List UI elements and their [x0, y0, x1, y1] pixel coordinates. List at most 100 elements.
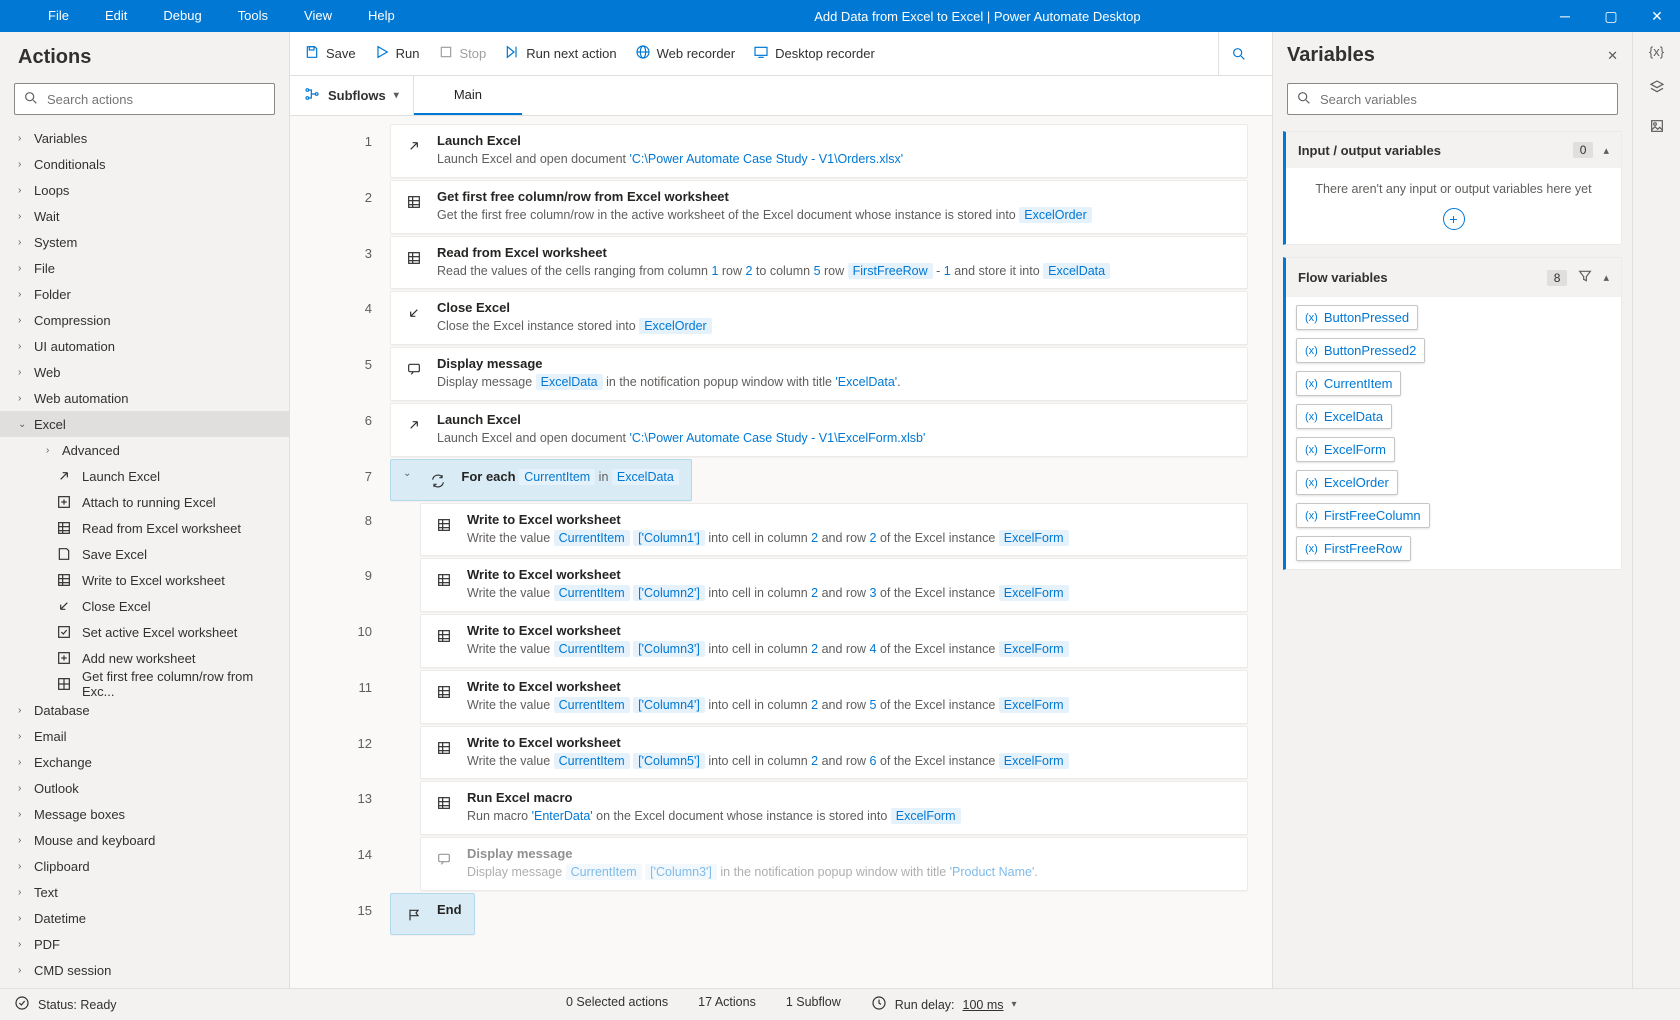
tree-item-clipboard[interactable]: ›Clipboard — [0, 853, 289, 879]
chevron-icon: › — [18, 887, 28, 898]
step-title: Read from Excel worksheet — [437, 245, 1110, 260]
var-icon: (x) — [1305, 510, 1318, 522]
flow-step-9[interactable]: Write to Excel worksheet Write the value… — [420, 558, 1248, 612]
flow-step-6[interactable]: Launch Excel Launch Excel and open docum… — [390, 403, 1248, 457]
menu-file[interactable]: File — [30, 0, 87, 32]
save-button[interactable]: Save — [304, 44, 356, 63]
flow-search-button[interactable] — [1218, 32, 1258, 75]
close-variables-icon[interactable]: ✕ — [1607, 48, 1618, 64]
io-count-badge: 0 — [1573, 142, 1594, 158]
web-recorder-button[interactable]: Web recorder — [635, 44, 736, 63]
flow-step-1[interactable]: Launch Excel Launch Excel and open docum… — [390, 124, 1248, 178]
flow-step-12[interactable]: Write to Excel worksheet Write the value… — [420, 726, 1248, 780]
tree-item-pdf[interactable]: ›PDF — [0, 931, 289, 957]
tree-item-get-first-free-column-row-from-exc-[interactable]: Get first free column/row from Exc... — [0, 671, 289, 697]
flow-var-excelorder[interactable]: (x)ExcelOrder — [1296, 470, 1398, 495]
flow-var-exceldata[interactable]: (x)ExcelData — [1296, 404, 1392, 429]
chevron-icon: › — [18, 861, 28, 872]
minimize-button[interactable]: ─ — [1542, 0, 1588, 32]
tab-main[interactable]: Main — [414, 76, 522, 115]
tree-item-ui-automation[interactable]: ›UI automation — [0, 333, 289, 359]
tree-item-database[interactable]: ›Database — [0, 697, 289, 723]
line-number: 10 — [290, 614, 390, 668]
flow-step-15[interactable]: End — [390, 893, 475, 935]
flow-step-10[interactable]: Write to Excel worksheet Write the value… — [420, 614, 1248, 668]
tree-item-compression[interactable]: ›Compression — [0, 307, 289, 333]
add-io-variable-button[interactable]: + — [1443, 208, 1465, 230]
tree-item-datetime[interactable]: ›Datetime — [0, 905, 289, 931]
tree-item-exchange[interactable]: ›Exchange — [0, 749, 289, 775]
flow-step-13[interactable]: Run Excel macro Run macro 'EnterData' on… — [420, 781, 1248, 835]
flow-step-3[interactable]: Read from Excel worksheet Read the value… — [390, 236, 1248, 290]
flow-step-14[interactable]: Display message Display message CurrentI… — [420, 837, 1248, 891]
menu-tools[interactable]: Tools — [220, 0, 286, 32]
actions-search[interactable] — [14, 83, 275, 115]
tree-item-launch-excel[interactable]: Launch Excel — [0, 463, 289, 489]
stop-icon — [438, 44, 454, 63]
flow-step-5[interactable]: Display message Display message ExcelDat… — [390, 347, 1248, 401]
tree-item-close-excel[interactable]: Close Excel — [0, 593, 289, 619]
run-delay-value[interactable]: 100 ms — [963, 998, 1004, 1012]
flow-var-firstfreecolumn[interactable]: (x)FirstFreeColumn — [1296, 503, 1430, 528]
subflows-button[interactable]: Subflows ▾ — [290, 76, 414, 115]
xl-icon — [433, 792, 455, 814]
images-rail-icon[interactable] — [1649, 118, 1665, 137]
tree-item-email[interactable]: ›Email — [0, 723, 289, 749]
tree-item-add-new-worksheet[interactable]: Add new worksheet — [0, 645, 289, 671]
flow-step-11[interactable]: Write to Excel worksheet Write the value… — [420, 670, 1248, 724]
tree-item-advanced[interactable]: ›Advanced — [0, 437, 289, 463]
variables-search[interactable] — [1287, 83, 1618, 115]
step-title: Write to Excel worksheet — [467, 512, 1069, 527]
tree-item-folder[interactable]: ›Folder — [0, 281, 289, 307]
run-button[interactable]: Run — [374, 44, 420, 63]
tree-item-web[interactable]: ›Web — [0, 359, 289, 385]
tree-item-mouse-and-keyboard[interactable]: ›Mouse and keyboard — [0, 827, 289, 853]
tree-item-system[interactable]: ›System — [0, 229, 289, 255]
flow-step-7[interactable]: ⌄ For each CurrentItem in ExcelData — [390, 459, 692, 501]
flow-var-excelform[interactable]: (x)ExcelForm — [1296, 437, 1395, 462]
tree-label: Exchange — [34, 755, 92, 770]
line-number: 7 — [290, 459, 390, 501]
tree-item-text[interactable]: ›Text — [0, 879, 289, 905]
tree-item-cmd-session[interactable]: ›CMD session — [0, 957, 289, 983]
menu-debug[interactable]: Debug — [145, 0, 219, 32]
collapse-icon[interactable]: ⌄ — [403, 468, 411, 479]
menu-view[interactable]: View — [286, 0, 350, 32]
chevron-down-icon[interactable]: ▾ — [1012, 999, 1017, 1010]
close-window-button[interactable]: ✕ — [1634, 0, 1680, 32]
flow-step-2[interactable]: Get first free column/row from Excel wor… — [390, 180, 1248, 234]
variables-rail-icon[interactable]: {x} — [1649, 44, 1664, 59]
tree-item-file[interactable]: ›File — [0, 255, 289, 281]
io-variables-header[interactable]: Input / output variables 0 ▴ — [1286, 132, 1621, 168]
tree-label: Mouse and keyboard — [34, 833, 155, 848]
ui-elements-rail-icon[interactable] — [1649, 79, 1665, 98]
variables-search-input[interactable] — [1320, 92, 1609, 107]
tree-item-excel[interactable]: ⌄Excel — [0, 411, 289, 437]
tree-item-attach-to-running-excel[interactable]: Attach to running Excel — [0, 489, 289, 515]
tree-item-wait[interactable]: ›Wait — [0, 203, 289, 229]
flow-step-8[interactable]: Write to Excel worksheet Write the value… — [420, 503, 1248, 557]
tree-item-set-active-excel-worksheet[interactable]: Set active Excel worksheet — [0, 619, 289, 645]
tree-item-variables[interactable]: ›Variables — [0, 125, 289, 151]
tree-item-message-boxes[interactable]: ›Message boxes — [0, 801, 289, 827]
flow-var-buttonpressed2[interactable]: (x)ButtonPressed2 — [1296, 338, 1425, 363]
tree-item-web-automation[interactable]: ›Web automation — [0, 385, 289, 411]
tree-item-read-from-excel-worksheet[interactable]: Read from Excel worksheet — [0, 515, 289, 541]
filter-icon[interactable] — [1577, 268, 1593, 287]
maximize-button[interactable]: ▢ — [1588, 0, 1634, 32]
flow-var-buttonpressed[interactable]: (x)ButtonPressed — [1296, 305, 1418, 330]
flow-variables-header[interactable]: Flow variables 8 ▴ — [1286, 258, 1621, 297]
actions-search-input[interactable] — [47, 92, 266, 107]
desktop-recorder-button[interactable]: Desktop recorder — [753, 44, 875, 63]
flow-var-firstfreerow[interactable]: (x)FirstFreeRow — [1296, 536, 1411, 561]
flow-step-4[interactable]: Close Excel Close the Excel instance sto… — [390, 291, 1248, 345]
tree-item-loops[interactable]: ›Loops — [0, 177, 289, 203]
tree-item-outlook[interactable]: ›Outlook — [0, 775, 289, 801]
tree-item-conditionals[interactable]: ›Conditionals — [0, 151, 289, 177]
run-next-button[interactable]: Run next action — [504, 44, 616, 63]
menu-help[interactable]: Help — [350, 0, 413, 32]
flow-var-currentitem[interactable]: (x)CurrentItem — [1296, 371, 1401, 396]
menu-edit[interactable]: Edit — [87, 0, 145, 32]
tree-item-write-to-excel-worksheet[interactable]: Write to Excel worksheet — [0, 567, 289, 593]
tree-item-save-excel[interactable]: Save Excel — [0, 541, 289, 567]
